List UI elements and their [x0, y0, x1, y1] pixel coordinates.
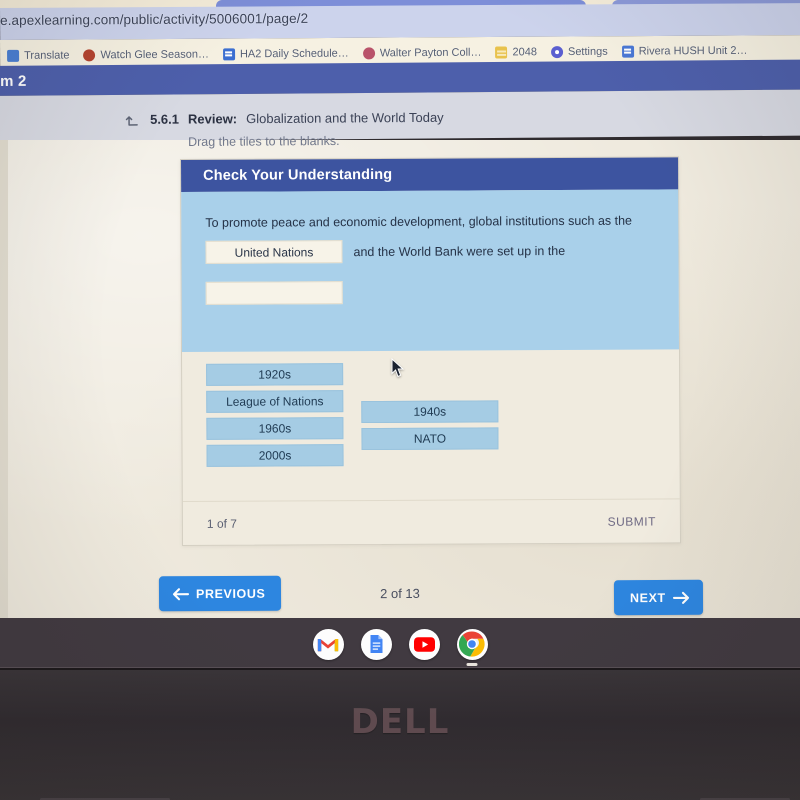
bookmark-ha2-daily-schedule[interactable]: HA2 Daily Schedule…: [218, 47, 354, 62]
bookmark-walter-payton[interactable]: Walter Payton Coll…: [358, 46, 487, 61]
game-2048-icon: [495, 46, 508, 59]
tile-column-2: 1940s NATO: [361, 362, 499, 471]
google-docs-icon: [621, 45, 634, 58]
tile-1920s[interactable]: 1920s: [206, 363, 344, 386]
bookmark-rivera-hush-unit-2[interactable]: Rivera HUSH Unit 2…: [617, 44, 753, 59]
card-header-title: Check Your Understanding: [203, 166, 393, 184]
question-blank-row-1: United Nations and the World Bank were s…: [205, 239, 654, 264]
bookmark-settings[interactable]: Settings: [546, 45, 613, 59]
google-docs-icon[interactable]: [360, 628, 392, 660]
card-footer: 1 of 7 SUBMIT: [182, 498, 681, 545]
bookmark-2048[interactable]: 2048: [490, 45, 542, 59]
question-text-part-2: and the World Bank were set up in the: [353, 243, 566, 259]
question-counter: 1 of 7: [206, 516, 237, 531]
arrow-left-icon: [172, 587, 190, 601]
course-banner-title: m 2: [0, 72, 27, 90]
bookmark-label: Rivera HUSH Unit 2…: [638, 44, 748, 58]
google-docs-icon: [222, 48, 235, 61]
question-text-part-1: To promote peace and economic developmen…: [205, 213, 633, 230]
bookmark-label: Settings: [567, 45, 608, 59]
bookmark-label: 2048: [512, 46, 538, 59]
lesson-number: 5.6.1: [149, 111, 180, 127]
drop-blank-2[interactable]: [205, 281, 343, 305]
lesson-review-label: Review:: [187, 111, 238, 127]
gmail-icon[interactable]: [312, 628, 344, 660]
question-blank-row-2: [205, 271, 655, 305]
tile-column-1: 1920s League of Nations 1960s 2000s: [206, 363, 344, 472]
previous-button[interactable]: PREVIOUS: [158, 575, 282, 612]
next-button-label: NEXT: [629, 590, 666, 605]
lesson-breadcrumb: 5.6.1 Review: Globalization and the Worl…: [125, 110, 444, 128]
tile-league-of-nations[interactable]: League of Nations: [206, 390, 344, 413]
page-left-edge: [0, 140, 8, 620]
tile-nato[interactable]: NATO: [361, 427, 499, 451]
laptop-photo: e.apexlearning.com/public/activity/50060…: [0, 0, 800, 800]
submit-button[interactable]: SUBMIT: [608, 514, 656, 528]
translate-icon: [7, 49, 20, 62]
drop-blank-1[interactable]: United Nations: [205, 240, 343, 264]
tile-1960s[interactable]: 1960s: [206, 417, 344, 440]
tile-1940s[interactable]: 1940s: [361, 400, 499, 424]
next-button[interactable]: NEXT: [613, 579, 703, 616]
bookmark-label: Translate: [24, 49, 70, 62]
arrow-up-left-icon[interactable]: [125, 112, 141, 128]
arrow-right-icon: [672, 590, 690, 604]
card-header: Check Your Understanding: [181, 157, 679, 192]
tiles-area: 1920s League of Nations 1960s 2000s 1940…: [182, 349, 680, 502]
bookmark-label: HA2 Daily Schedule…: [239, 47, 349, 61]
gear-icon: [550, 46, 564, 59]
bookmark-watch-glee[interactable]: Watch Glee Season…: [78, 48, 214, 63]
bookmark-translate[interactable]: Translate: [2, 48, 75, 63]
youtube-icon[interactable]: [408, 628, 440, 660]
bottom-navigation: 2 of 13 PREVIOUS NEXT: [0, 570, 800, 620]
previous-button-label: PREVIOUS: [195, 586, 266, 601]
drag-instruction: Drag the tiles to the blanks.: [188, 133, 340, 149]
bookmark-label: Walter Payton Coll…: [379, 46, 482, 60]
chrome-active-indicator: [466, 662, 478, 666]
chrome-icon[interactable]: [456, 628, 488, 666]
glee-icon: [83, 49, 96, 62]
chromeos-shelf: [0, 618, 800, 670]
check-your-understanding-card: Check Your Understanding To promote peac…: [180, 156, 682, 546]
walter-payton-icon: [362, 47, 375, 60]
dell-logo: DELL: [350, 702, 450, 742]
page-title: Globalization and the World Today: [246, 109, 444, 127]
tile-2000s[interactable]: 2000s: [206, 444, 344, 467]
bookmark-label: Watch Glee Season…: [100, 48, 209, 62]
question-area: To promote peace and economic developmen…: [181, 189, 680, 352]
